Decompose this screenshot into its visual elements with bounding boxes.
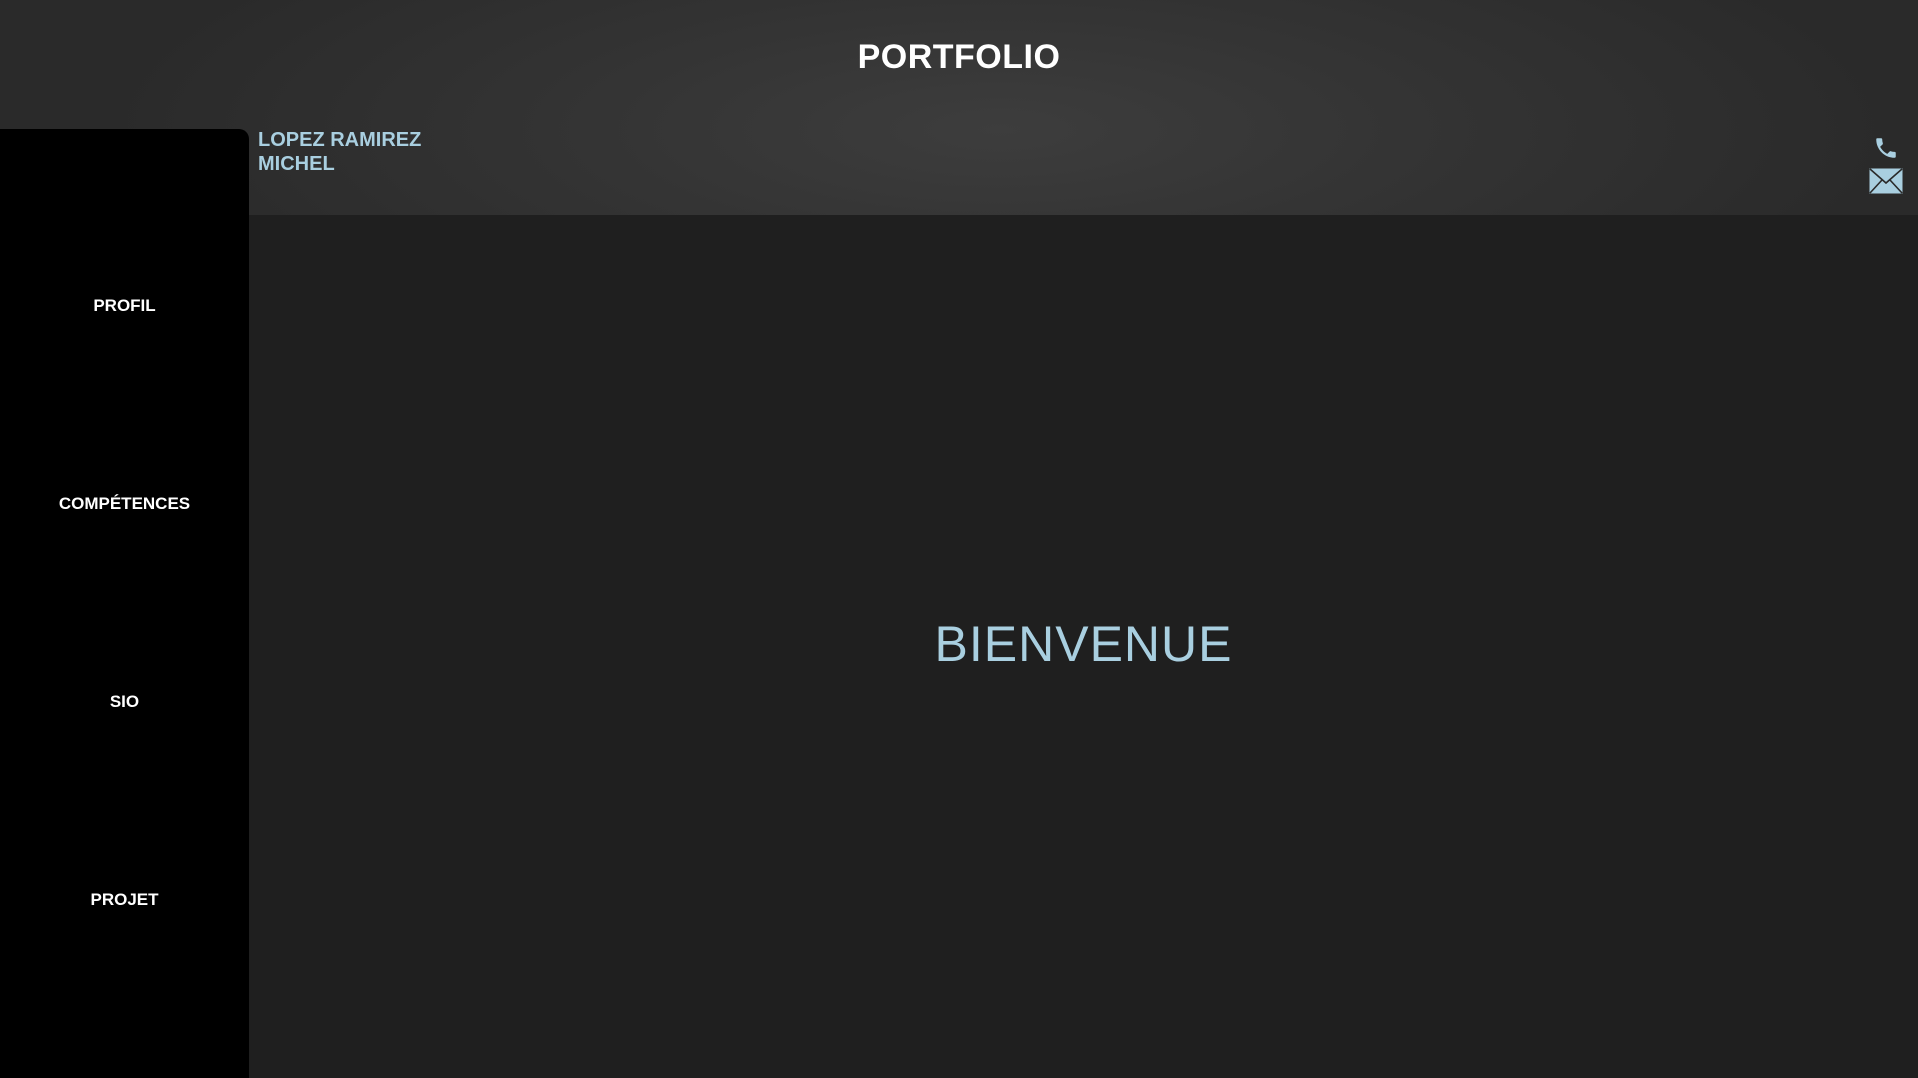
- welcome-heading: BIENVENUE: [934, 616, 1233, 672]
- main-content: BIENVENUE: [249, 215, 1918, 1078]
- contact-links: [1868, 134, 1904, 194]
- owner-name: LOPEZ RAMIREZ MICHEL: [258, 128, 421, 176]
- site-title: PORTFOLIO: [857, 38, 1061, 76]
- page-header: PORTFOLIO LOPEZ RAMIREZ MICHEL: [0, 0, 1918, 215]
- sidebar-item-sio[interactable]: SIO: [0, 692, 249, 712]
- sidebar-item-competences[interactable]: COMPÉTENCES: [0, 494, 249, 514]
- mail-icon: [1869, 168, 1903, 194]
- phone-link[interactable]: [1873, 134, 1899, 162]
- sidebar-nav: PROFIL COMPÉTENCES SIO PROJET: [0, 129, 249, 1078]
- sidebar-item-profil[interactable]: PROFIL: [0, 296, 249, 316]
- owner-last-name: LOPEZ RAMIREZ: [258, 129, 422, 151]
- email-link[interactable]: [1869, 168, 1903, 194]
- phone-icon: [1876, 138, 1896, 158]
- owner-first-name: MICHEL: [258, 153, 335, 175]
- sidebar-item-projet[interactable]: PROJET: [0, 890, 249, 910]
